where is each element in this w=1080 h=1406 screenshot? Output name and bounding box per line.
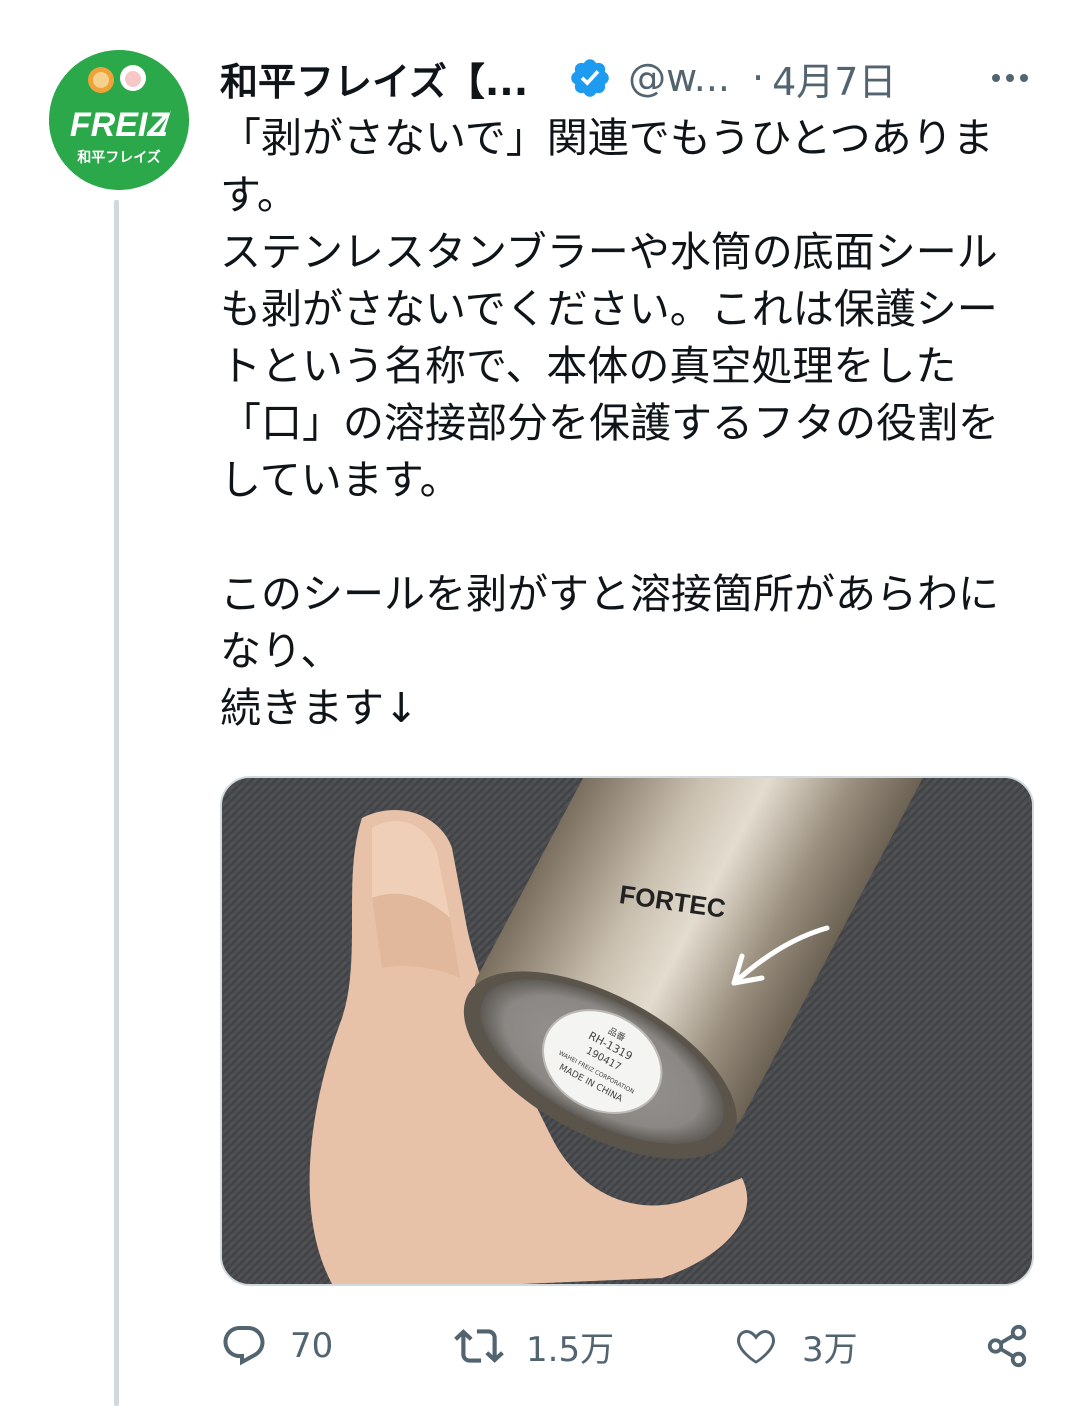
more-icon[interactable] [988, 60, 1032, 96]
avatar-logo-subtext: 和平フレイズ [77, 149, 161, 166]
verified-icon [568, 56, 612, 100]
tweet-line: も剥がさないでください。これは保護シー [220, 285, 998, 333]
like-icon [732, 1322, 780, 1370]
tweet-line: 続きます↓ [220, 684, 419, 732]
tweet-line-blank [220, 509, 1040, 566]
tweet-text: 「剥がさないで」関連でもうひとつありま す。 ステンレスタンブラーや水筒の底面シ… [220, 110, 1040, 737]
reply-icon [220, 1322, 268, 1370]
reply-count: 70 [290, 1326, 334, 1366]
avatar[interactable]: FREIZ 和平フレイズ [49, 50, 189, 190]
like-count: 3万 [802, 1329, 858, 1370]
tweet-line: トという名称で、本体の真空処理をした [220, 342, 957, 390]
retweet-icon [454, 1321, 504, 1371]
tweet-line: 「口」の溶接部分を保護するフタの役割を [220, 399, 999, 447]
tweet-line: す。 [220, 171, 298, 219]
tweet-line: 「剥がさないで」関連でもうひとつありま [220, 114, 994, 162]
share-button[interactable] [984, 1316, 1030, 1376]
tweet-line: なり、 [220, 627, 342, 675]
separator: · [752, 56, 765, 100]
tweet-date[interactable]: 4月7日 [772, 51, 896, 106]
retweet-count: 1.5万 [526, 1329, 615, 1370]
tweet-actions: 70 1.5万 3万 [220, 1316, 1040, 1376]
tweet-line: しています。 [220, 456, 461, 504]
display-name[interactable]: 和平フレイズ【... [220, 51, 528, 106]
reply-button[interactable]: 70 [220, 1316, 333, 1376]
tweet-header: 和平フレイズ【... @w... · 4月7日 [220, 48, 1040, 108]
like-button[interactable]: 3万 [732, 1316, 858, 1376]
retweet-button[interactable]: 1.5万 [454, 1316, 614, 1376]
thread-line [114, 200, 119, 1406]
tweet-line: ステンレスタンブラーや水筒の底面シール [220, 228, 998, 276]
tweet-line: このシールを剥がすと溶接箇所があらわに [220, 570, 999, 618]
tweet-image[interactable]: 品番 RH-1319 190417 WAHEI FREIZ CORPORATIO… [220, 776, 1034, 1286]
avatar-logo-text: FREIZ [70, 106, 169, 144]
share-icon [984, 1323, 1030, 1369]
handle[interactable]: @w... [628, 56, 730, 100]
